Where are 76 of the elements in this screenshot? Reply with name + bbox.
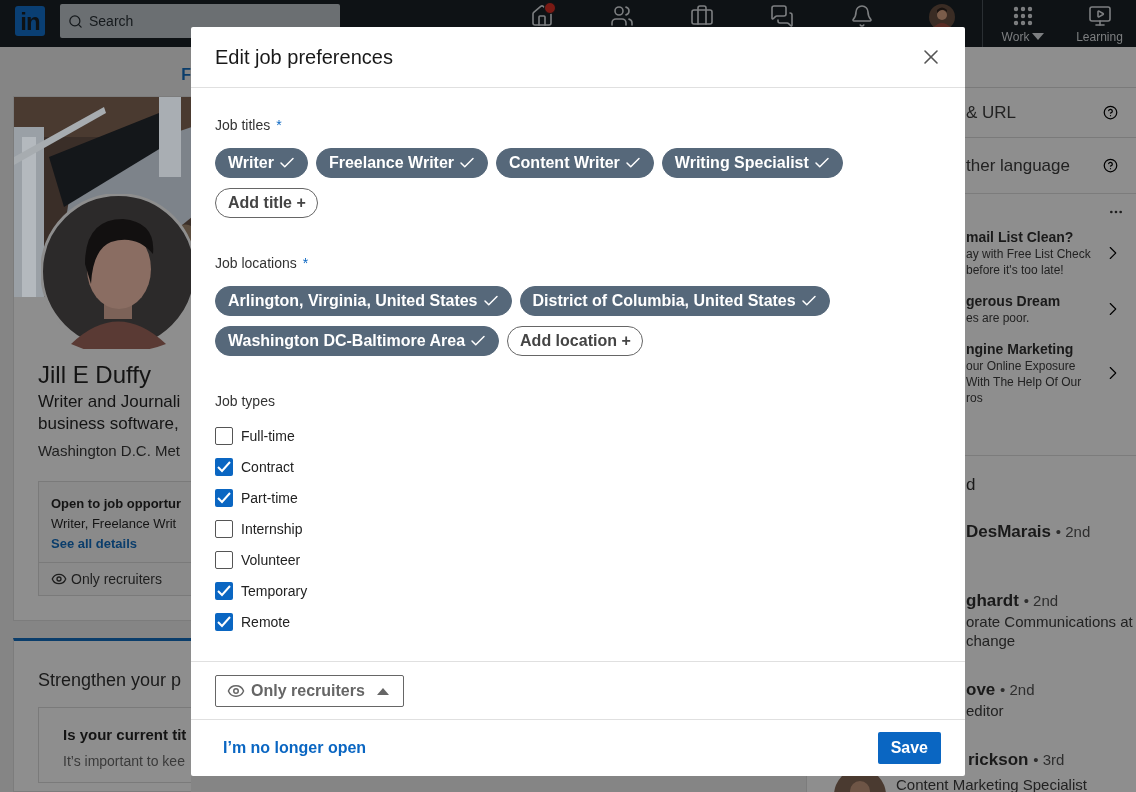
person-title: orate Communications at [966, 612, 1133, 631]
visibility-dropdown[interactable]: Only recruiters [215, 674, 404, 707]
add-button[interactable]: Add location + [507, 326, 643, 356]
search-icon [68, 13, 83, 29]
person-title: editor [966, 701, 1005, 720]
checkbox[interactable] [215, 427, 233, 445]
ad-text: ros [966, 390, 984, 406]
briefcase-icon [690, 4, 714, 28]
checkbox[interactable] [215, 582, 233, 600]
profile-name: Jill E Duffy [38, 360, 152, 390]
section-label: Job locations [215, 254, 297, 272]
checkbox-label: Full-time [241, 427, 295, 446]
tag-chip[interactable]: Freelance Writer [315, 148, 489, 178]
caret-icon [1032, 33, 1045, 41]
checkbox[interactable] [215, 458, 233, 476]
section-label: Job types [215, 392, 275, 410]
card-title: Strengthen your p [38, 669, 183, 692]
person-name[interactable]: ove • 2nd [966, 679, 1035, 701]
section-label: Job titles [215, 116, 271, 134]
checkbox[interactable] [215, 613, 233, 631]
ad-text: With The Help Of Our [966, 374, 1082, 390]
dialog-title: Edit job preferences [215, 45, 393, 69]
bell-icon [850, 4, 874, 28]
checkbox-label: Temporary [241, 582, 308, 601]
ad-text: our Online Exposure [966, 358, 1077, 374]
suggestion-title: Is your current tit [63, 725, 188, 745]
person-name[interactable]: DesMarais • 2nd [966, 521, 1091, 543]
tag-chip[interactable]: District of Columbia, United States [519, 286, 830, 316]
tag-chip[interactable]: Writer [215, 148, 308, 178]
home-icon [530, 4, 554, 28]
video-icon [1087, 4, 1112, 28]
help-icon[interactable] [1103, 158, 1118, 173]
visibility-text: Only recruiters [71, 570, 163, 589]
tag-chip[interactable]: Writing Specialist [661, 148, 843, 178]
ad-title[interactable]: ngine Marketing [966, 340, 1082, 358]
ad-title[interactable]: mail List Clean? [966, 228, 1091, 246]
location-text: Washington D.C. Met [38, 441, 181, 461]
headline: Writer and Journali [38, 391, 182, 413]
ad-text: es are poor. [966, 310, 1031, 326]
card-title: Open to job opportur [51, 495, 179, 513]
checkbox-label: Part-time [241, 489, 298, 508]
settings-link[interactable]: ther language [966, 155, 1070, 176]
link[interactable]: F [181, 65, 191, 85]
suggestion-text: It’s important to kee [63, 752, 186, 771]
person-name[interactable]: ghardt • 2nd [966, 590, 1133, 612]
tag-chip[interactable]: Washington DC-Baltimore Area [215, 326, 500, 356]
checkbox[interactable] [215, 520, 233, 538]
learning-button[interactable]: Learning [1063, 0, 1136, 47]
work-menu[interactable]: Work [983, 0, 1063, 47]
tag-chip[interactable]: Arlington, Virginia, United States [215, 286, 512, 316]
save-button[interactable]: Save [877, 732, 941, 764]
ad-text: before it's too late! [966, 262, 1065, 278]
checkbox[interactable] [215, 551, 233, 569]
help-icon[interactable] [1103, 105, 1118, 120]
checkbox[interactable] [215, 489, 233, 507]
settings-link[interactable]: & URL [966, 102, 1017, 123]
grid-icon [1011, 4, 1035, 28]
people-icon [610, 4, 634, 28]
card-text: Writer, Freelance Writ [51, 515, 178, 533]
tag-chip[interactable]: Content Writer [496, 148, 654, 178]
add-button[interactable]: Add title + [215, 188, 318, 218]
headline: business software, [38, 413, 180, 435]
checkbox-label: Internship [241, 520, 303, 539]
eye-icon [51, 571, 67, 587]
section-heading: d [965, 474, 977, 496]
checkbox-label: Volunteer [241, 551, 301, 570]
details-link[interactable]: See all details [51, 534, 179, 554]
checkbox-label: Contract [241, 458, 294, 477]
required-marker: * [276, 116, 282, 134]
chat-icon [770, 4, 794, 28]
ad-title[interactable]: gerous Dream [966, 292, 1061, 310]
close-link[interactable]: I’m no longer open [223, 739, 367, 757]
ad-text: ay with Free List Check [966, 246, 1091, 262]
checkbox-label: Remote [241, 613, 291, 632]
person-title: change [966, 631, 1017, 650]
required-marker: * [302, 254, 309, 272]
